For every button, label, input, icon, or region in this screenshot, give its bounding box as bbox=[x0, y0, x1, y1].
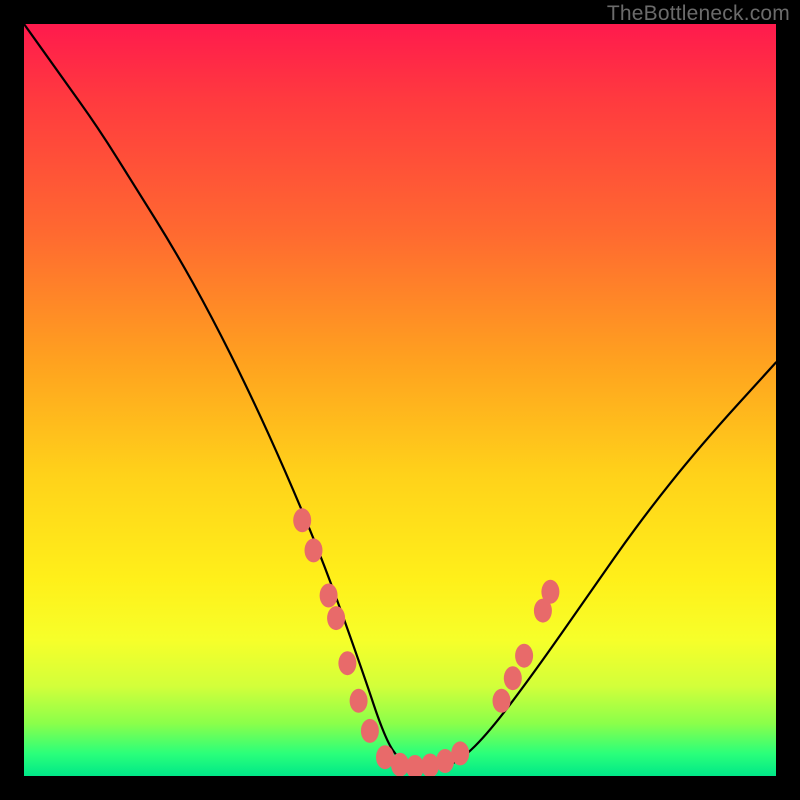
curve-marker bbox=[320, 584, 338, 608]
curve-marker bbox=[451, 741, 469, 765]
curve-marker bbox=[361, 719, 379, 743]
plot-area bbox=[24, 24, 776, 776]
bottleneck-curve-svg bbox=[24, 24, 776, 776]
curve-marker bbox=[338, 651, 356, 675]
watermark-text: TheBottleneck.com bbox=[607, 2, 790, 26]
curve-marker bbox=[305, 538, 323, 562]
bottleneck-curve bbox=[24, 24, 776, 769]
chart-frame: TheBottleneck.com bbox=[0, 0, 800, 800]
curve-markers bbox=[293, 508, 559, 776]
curve-marker bbox=[421, 754, 439, 777]
curve-marker bbox=[504, 666, 522, 690]
curve-marker bbox=[350, 689, 368, 713]
curve-marker bbox=[493, 689, 511, 713]
curve-marker bbox=[541, 580, 559, 604]
curve-marker bbox=[327, 606, 345, 630]
curve-marker bbox=[293, 508, 311, 532]
curve-marker bbox=[515, 644, 533, 668]
